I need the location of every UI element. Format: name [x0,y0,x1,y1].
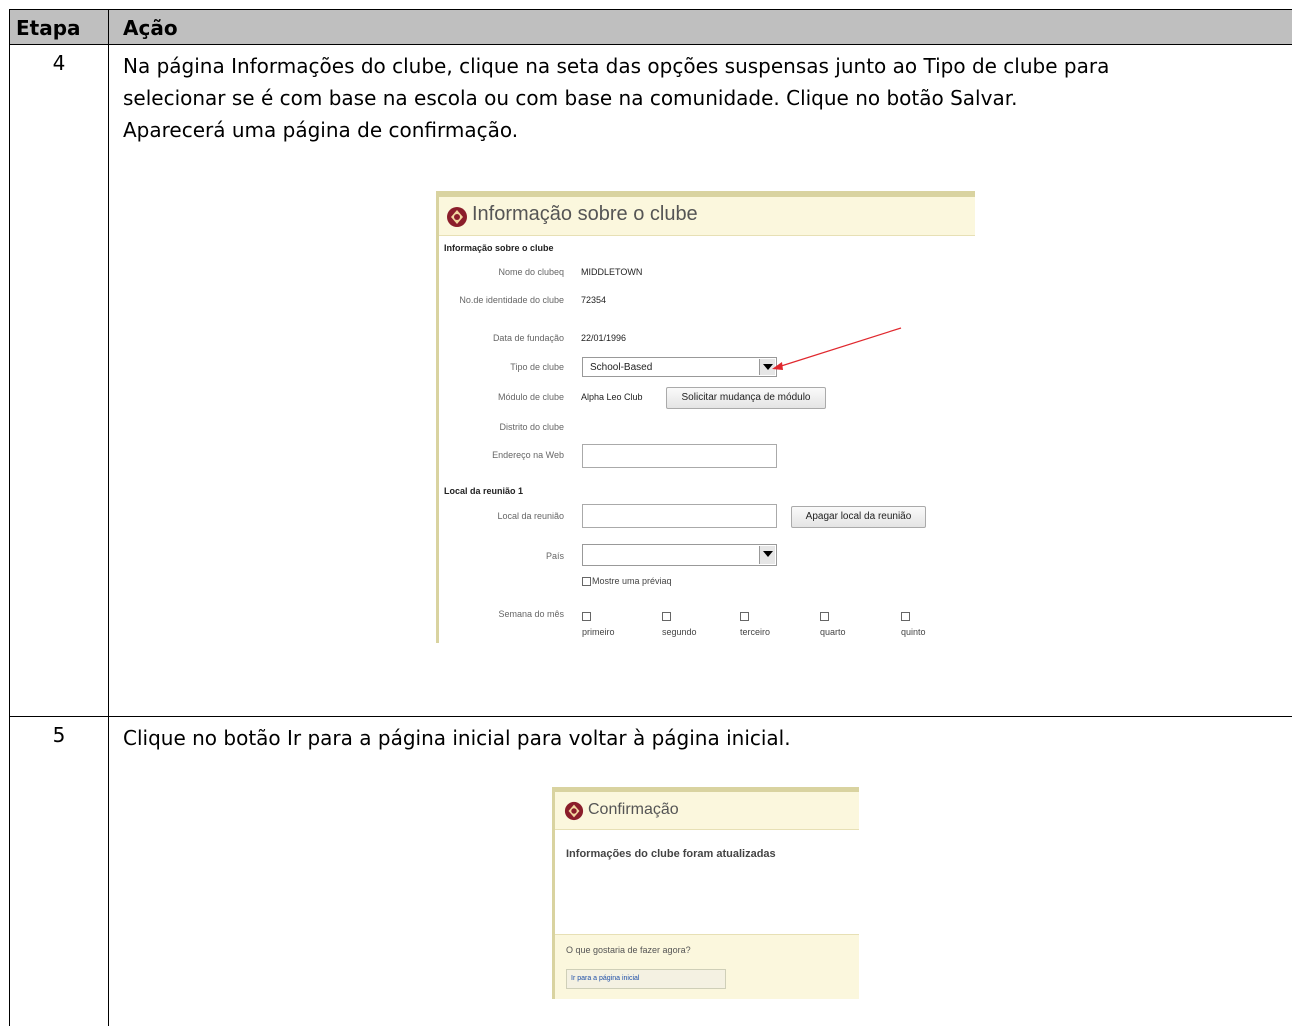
chevron-down-icon[interactable] [759,546,775,564]
meeting-place-input[interactable] [582,504,777,528]
confirmation-message: Informações do clube foram atualizadas [566,848,776,860]
module-label: Módulo de clube [497,392,564,402]
module-value: Alpha Leo Club [581,392,643,402]
club-type-value: School-Based [590,362,653,373]
table-row-divider [9,716,1292,717]
annotation-arrow [772,327,902,370]
table-header [10,10,1292,44]
week-fourth-checkbox[interactable] [820,612,829,621]
club-info-screenshot: Informação sobre o clube Informação sobr… [436,191,975,643]
table-header-divider [9,44,1292,45]
founded-label: Data de fundação [492,333,564,343]
week-fifth-checkbox[interactable] [901,612,910,621]
club-id-value: 72354 [581,295,607,305]
week-of-month-label: Semana do mês [498,609,564,619]
week-fourth-label: quarto [820,627,846,637]
week-third-checkbox[interactable] [740,612,749,621]
step-instruction: Clique no botão Ir para a página inicial… [123,726,791,750]
section-title: Informação sobre o clube [444,243,554,253]
preview-label: Mostre uma préviaq [592,576,672,586]
header-step: Etapa [16,16,81,40]
web-address-label: Endereço na Web [492,450,564,460]
founded-value: 22/01/1996 [581,333,627,343]
week-first-label: primeiro [582,627,615,637]
table-border-left [9,9,10,1026]
week-second-label: segundo [662,627,697,637]
week-first-checkbox[interactable] [582,612,591,621]
club-id-label: No.de identidade do clube [459,295,564,305]
delete-meeting-place-button[interactable]: Apagar local da reunião [791,506,926,528]
club-name-label: Nome do clubeq [498,267,564,277]
step-number: 4 [52,51,66,75]
web-address-input[interactable] [582,444,777,468]
country-label: País [545,551,564,561]
country-select[interactable] [582,544,777,566]
week-fifth-label: quinto [901,627,926,637]
table-column-divider [108,9,109,1026]
step-instruction: Na página Informações do clube, clique n… [123,54,1110,142]
go-home-button[interactable]: Ir para a página inicial [566,969,726,989]
week-third-label: terceiro [740,627,771,637]
table-border-top [9,9,1292,10]
lions-logo-icon [564,801,584,821]
club-type-label: Tipo de clube [510,362,564,372]
meeting-place-label: Local da reunião [497,511,564,521]
request-module-change-button[interactable]: Solicitar mudança de módulo [666,387,826,409]
panel-side-band [436,191,439,643]
header-action: Ação [123,16,178,40]
district-label: Distrito do clube [499,422,564,432]
club-name-value: MIDDLETOWN [581,267,643,277]
confirmation-screenshot: Confirmação Informações do clube foram a… [552,787,859,999]
page-title: Informação sobre o clube [472,203,698,225]
next-action-question: O que gostaria de fazer agora? [566,945,691,955]
step-number: 5 [52,723,66,747]
lions-logo-icon [446,206,468,228]
page-title: Confirmação [588,801,679,818]
club-type-select[interactable]: School-Based [582,357,777,377]
panel-footer [555,934,859,999]
meeting-section-title: Local da reunião 1 [444,486,524,496]
preview-checkbox[interactable] [582,577,591,586]
week-second-checkbox[interactable] [662,612,671,621]
